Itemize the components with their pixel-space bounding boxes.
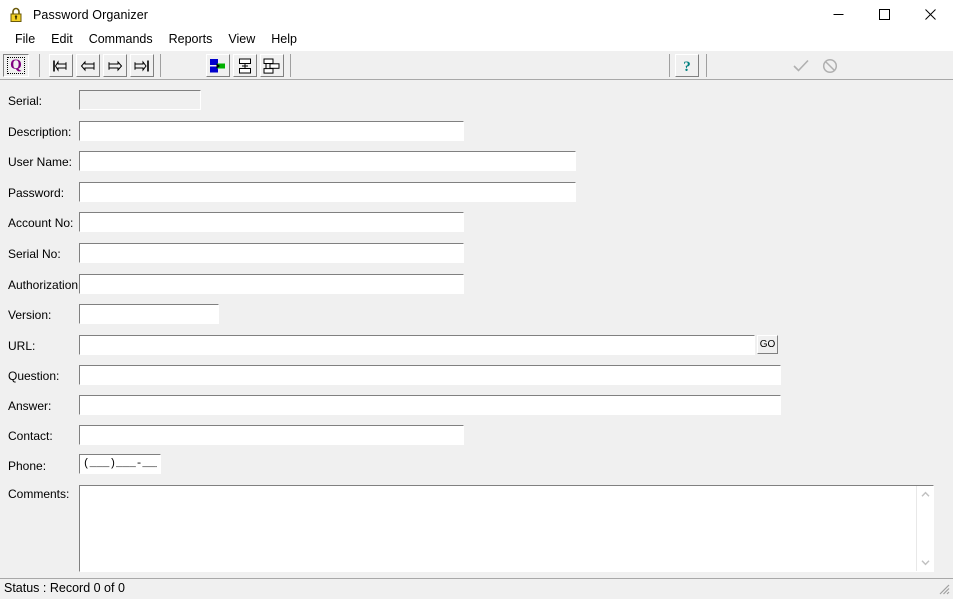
no-entry-icon: [821, 58, 839, 74]
resize-grip-icon[interactable]: [937, 582, 951, 596]
menu-item-reports[interactable]: Reports: [161, 30, 221, 49]
menu-item-help[interactable]: Help: [263, 30, 305, 49]
minimize-button[interactable]: [815, 0, 861, 29]
label-serial-no: Serial No:: [8, 247, 61, 261]
scroll-down-icon[interactable]: [917, 554, 934, 571]
authorization-field[interactable]: [79, 274, 464, 294]
label-url: URL:: [8, 339, 35, 353]
previous-record-icon: [79, 59, 97, 73]
comments-field[interactable]: [80, 486, 917, 571]
description-field[interactable]: [79, 121, 464, 141]
scroll-up-icon[interactable]: [917, 486, 934, 503]
label-password: Password:: [8, 186, 64, 200]
cancel-button: [818, 54, 842, 77]
padlock-icon: [8, 7, 24, 23]
app-logo-q-button[interactable]: Q: [3, 54, 29, 77]
menu-item-commands[interactable]: Commands: [81, 30, 161, 49]
first-record-icon: [52, 59, 70, 73]
first-record-button[interactable]: [49, 54, 73, 77]
label-comments: Comments:: [8, 487, 69, 501]
menu-item-view[interactable]: View: [220, 30, 263, 49]
merge-records-icon: [263, 58, 281, 74]
url-field[interactable]: [79, 335, 755, 355]
label-account-no: Account No:: [8, 216, 73, 230]
menu-bar: File Edit Commands Reports View Help: [0, 29, 953, 50]
serial-field[interactable]: [79, 90, 201, 110]
status-bar: Status : Record 0 of 0: [0, 578, 953, 597]
answer-field[interactable]: [79, 395, 781, 415]
window-controls: [815, 0, 953, 29]
status-text: Status : Record 0 of 0: [0, 581, 125, 595]
serial-no-field[interactable]: [79, 243, 464, 263]
database-link-button[interactable]: [206, 54, 230, 77]
question-mark-icon: ?: [680, 58, 694, 74]
label-version: Version:: [8, 308, 51, 322]
label-authorization: Authorization:: [8, 278, 81, 292]
label-answer: Answer:: [8, 399, 51, 413]
window-title: Password Organizer: [33, 8, 148, 22]
password-field[interactable]: [79, 182, 576, 202]
split-records-icon: [236, 58, 254, 74]
account-no-field[interactable]: [79, 212, 464, 232]
comments-scrollbar[interactable]: [916, 486, 933, 571]
menu-item-file[interactable]: File: [7, 30, 43, 49]
next-record-icon: [106, 59, 124, 73]
comments-container: [79, 485, 934, 572]
question-field[interactable]: [79, 365, 781, 385]
close-button[interactable]: [907, 0, 953, 29]
label-serial: Serial:: [8, 94, 42, 108]
label-contact: Contact:: [8, 429, 53, 443]
record-form: Serial: Description: User Name: Password…: [0, 81, 953, 578]
contact-field[interactable]: [79, 425, 464, 445]
next-record-button[interactable]: [103, 54, 127, 77]
checkmark-icon: [792, 58, 810, 74]
last-record-button[interactable]: [130, 54, 154, 77]
url-go-button[interactable]: GO: [757, 335, 778, 354]
svg-text:?: ?: [683, 59, 691, 74]
last-record-icon: [133, 59, 151, 73]
title-bar: Password Organizer: [0, 0, 953, 29]
previous-record-button[interactable]: [76, 54, 100, 77]
label-question: Question:: [8, 369, 59, 383]
database-link-icon: [209, 58, 227, 74]
user-name-field[interactable]: [79, 151, 576, 171]
phone-field[interactable]: [79, 454, 161, 474]
merge-records-button[interactable]: [260, 54, 284, 77]
menu-item-edit[interactable]: Edit: [43, 30, 81, 49]
label-user-name: User Name:: [8, 155, 72, 169]
help-button[interactable]: ?: [675, 54, 699, 77]
confirm-button: [789, 54, 813, 77]
label-phone: Phone:: [8, 459, 46, 473]
label-description: Description:: [8, 125, 71, 139]
split-records-button[interactable]: [233, 54, 257, 77]
version-field[interactable]: [79, 304, 219, 324]
toolbar: Q: [0, 50, 953, 80]
maximize-button[interactable]: [861, 0, 907, 29]
q-logo-glyph: Q: [7, 57, 25, 74]
